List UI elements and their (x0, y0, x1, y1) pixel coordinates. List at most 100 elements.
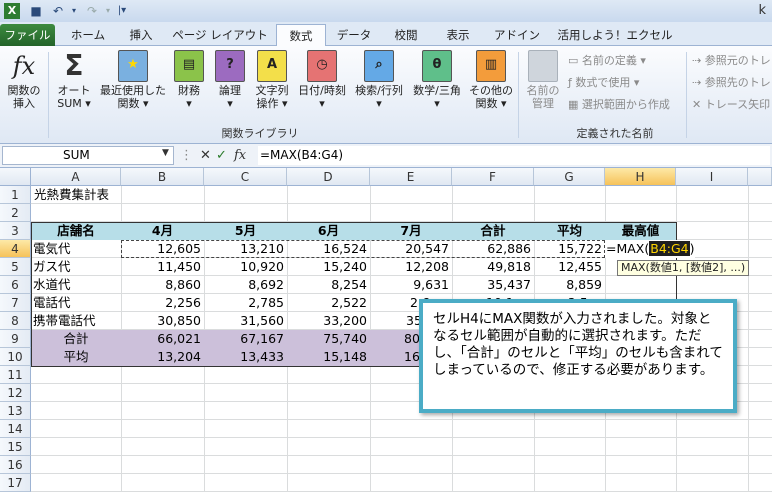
more-functions-button[interactable]: ▥ その他の 関数 ▾ (468, 50, 514, 110)
tab-page-layout[interactable]: ページ レイアウト (168, 24, 272, 46)
logical-label: 論理 ▾ (219, 84, 241, 110)
tab-review[interactable]: 校閲 (382, 24, 430, 46)
magnifier-book-icon: ⌕ (364, 50, 394, 82)
math-trig-label: 数学/三角 ▾ (413, 84, 461, 110)
theta-book-icon: θ (422, 50, 452, 82)
cancel-icon[interactable]: ✕ (200, 147, 211, 164)
edit-range: B4:G4 (649, 241, 690, 256)
row-header-7[interactable]: 7 (0, 294, 31, 312)
redo-icon[interactable]: ↷ (84, 3, 100, 19)
formula-input[interactable]: =MAX(B4:G4) (258, 146, 770, 165)
row-header-16[interactable]: 16 (0, 456, 31, 474)
name-box-dropdown-icon[interactable]: ▼ (162, 148, 169, 158)
insert-function-button[interactable]: fx 関数の 挿入 (4, 50, 44, 110)
star-book-icon: ★ (118, 50, 148, 82)
row-header-4[interactable]: 4 (0, 240, 31, 258)
insert-function-icon[interactable]: fx (234, 147, 246, 164)
tab-view[interactable]: 表示 (434, 24, 482, 46)
tab-formulas[interactable]: 数式 (276, 24, 326, 47)
recent-functions-label: 最近使用した 関数 ▾ (100, 84, 166, 110)
row-header-3[interactable]: 3 (0, 222, 31, 240)
datetime-label: 日付/時刻 ▾ (298, 84, 346, 110)
tab-addins[interactable]: アドイン (488, 24, 546, 46)
row-header-14[interactable]: 14 (0, 420, 31, 438)
tab-home[interactable]: ホーム (60, 24, 116, 46)
trace-precedents-button[interactable]: ⇢ 参照元のトレ (692, 52, 771, 70)
row-header-1[interactable]: 1 (0, 186, 31, 204)
row-header-8[interactable]: 8 (0, 312, 31, 330)
group-label-defined-names: 定義された名前 (576, 127, 654, 140)
col-header-b[interactable]: B (121, 168, 204, 186)
col-header-i[interactable]: I (676, 168, 748, 186)
trace-dependents-icon: ⇢ (692, 76, 705, 89)
financial-label: 財務 ▾ (178, 84, 200, 110)
excel-logo-icon: X (4, 3, 20, 19)
remove-arrows-button[interactable]: ✕ トレース矢印 (692, 96, 770, 114)
edit-suffix: ) (689, 241, 695, 256)
datetime-button[interactable]: ◷ 日付/時刻 ▾ (296, 50, 348, 110)
instruction-callout: セルH4にMAX関数が入力されました。対象となるセル範囲が自動的に選択されます。… (419, 299, 737, 413)
row-header-10[interactable]: 10 (0, 348, 31, 366)
tab-katsuyou-excel[interactable]: 活用しよう！エクセル (552, 24, 678, 46)
enter-icon[interactable]: ✓ (216, 147, 227, 164)
sigma-icon: Σ (64, 49, 84, 82)
edit-prefix: =MAX( (606, 241, 650, 256)
col-header-a[interactable]: A (31, 168, 121, 186)
row-header-15[interactable]: 15 (0, 438, 31, 456)
tab-data[interactable]: データ (330, 24, 378, 46)
row-header-5[interactable]: 5 (0, 258, 31, 276)
expand-handle-icon[interactable]: ⋮ (180, 147, 193, 164)
col-header-d[interactable]: D (287, 168, 370, 186)
grid-small-icon: ▦ (568, 98, 582, 111)
logical-button[interactable]: ? 論理 ▾ (212, 50, 248, 110)
tab-file[interactable]: ファイル (0, 24, 55, 46)
col-header-g[interactable]: G (534, 168, 605, 186)
define-name-label: 名前の定義 ▾ (581, 54, 646, 67)
trace-precedents-icon: ⇢ (692, 54, 705, 67)
use-in-formula-label: 数式で使用 ▾ (575, 76, 640, 89)
undo-icon[interactable]: ↶ (50, 3, 66, 19)
text-functions-button[interactable]: A 文字列 操作 ▾ (252, 50, 292, 110)
lookup-button[interactable]: ⌕ 検索/行列 ▾ (352, 50, 406, 110)
financial-book-icon: ▤ (174, 50, 204, 82)
row-header-11[interactable]: 11 (0, 366, 31, 384)
row-header-13[interactable]: 13 (0, 402, 31, 420)
undo-dropdown-icon[interactable]: ▾ (66, 3, 82, 19)
function-tooltip: MAX(数値1, [数値2], ...) (617, 260, 750, 276)
financial-button[interactable]: ▤ 財務 ▾ (172, 50, 206, 110)
save-icon[interactable]: ■ (28, 3, 44, 19)
create-from-selection-label: 選択範囲から作成 (581, 98, 670, 111)
recent-functions-button[interactable]: ★ 最近使用した 関数 ▾ (98, 50, 168, 110)
col-header-e[interactable]: E (370, 168, 452, 186)
tab-insert[interactable]: 挿入 (118, 24, 164, 46)
math-trig-button[interactable]: θ 数学/三角 ▾ (410, 50, 464, 110)
col-header-c[interactable]: C (204, 168, 287, 186)
sheet-title: 光熱費集計表 (34, 187, 110, 202)
col-header-j[interactable] (748, 168, 772, 186)
cell-h4-editing[interactable]: =MAX(B4:G4) (605, 240, 695, 258)
autosum-button[interactable]: Σ オート SUM ▾ (54, 49, 94, 111)
name-box[interactable]: SUM (2, 146, 174, 165)
name-manager-label: 名前の 管理 (526, 84, 560, 110)
row-header-12[interactable]: 12 (0, 384, 31, 402)
window-title: k (758, 3, 766, 18)
text-functions-label: 文字列 操作 ▾ (255, 84, 289, 110)
create-from-selection-button[interactable]: ▦ 選択範囲から作成 (568, 96, 670, 114)
col-header-h[interactable]: H (605, 168, 676, 186)
ribbon-formulas: fx 関数の 挿入 Σ オート SUM ▾ ★ 最近使用した 関数 ▾ ▤ 財務… (0, 46, 772, 144)
define-name-button[interactable]: ▭ 名前の定義 ▾ (568, 52, 646, 70)
question-book-icon: ? (215, 50, 245, 82)
name-manager-button[interactable]: 名前の 管理 (522, 50, 564, 110)
select-all-corner[interactable] (0, 168, 31, 186)
row-header-2[interactable]: 2 (0, 204, 31, 222)
trace-dependents-button[interactable]: ⇢ 参照先のトレ (692, 74, 771, 92)
row-header-6[interactable]: 6 (0, 276, 31, 294)
col-header-f[interactable]: F (452, 168, 534, 186)
remove-arrows-icon: ✕ (692, 98, 705, 111)
row-header-17[interactable]: 17 (0, 474, 31, 492)
row-header-9[interactable]: 9 (0, 330, 31, 348)
use-in-formula-button[interactable]: ƒ 数式で使用 ▾ (568, 74, 639, 92)
autosum-label: オート SUM ▾ (57, 84, 91, 110)
customize-quick-access-icon[interactable]: |▾ (114, 3, 130, 19)
formula-bar: SUM ▼ ⋮ ✕ ✓ fx =MAX(B4:G4) (0, 144, 772, 168)
